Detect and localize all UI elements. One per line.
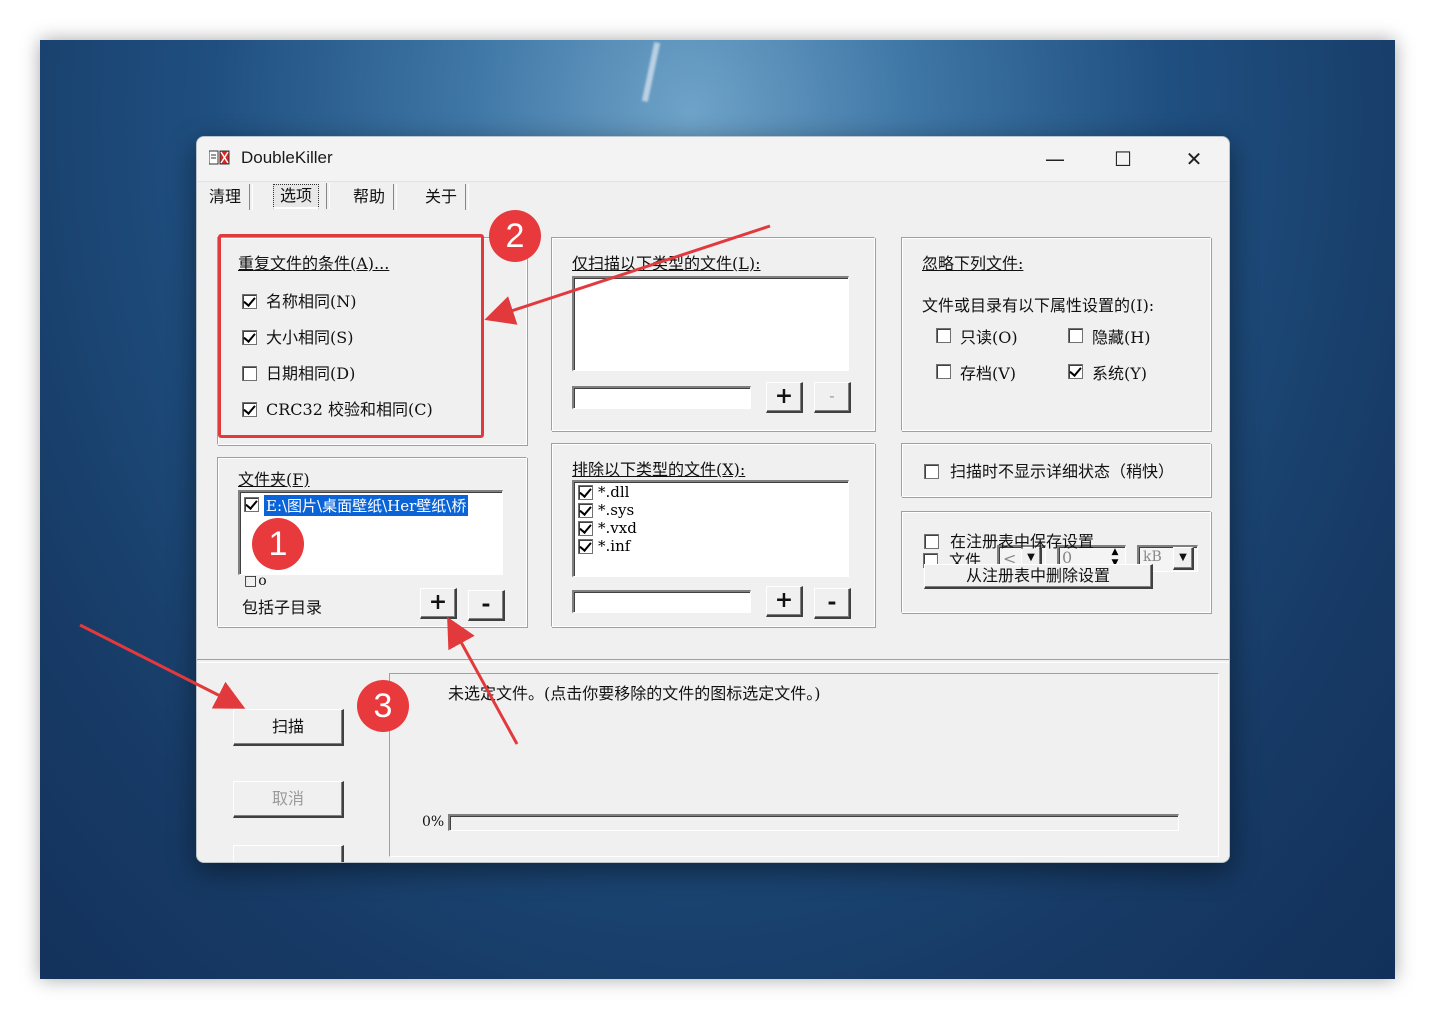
add-exclude-button[interactable]: +	[766, 586, 803, 617]
attr-archive-checkbox[interactable]	[936, 364, 951, 379]
exclude-item-checkbox[interactable]	[578, 521, 593, 536]
window-title: DoubleKiller	[241, 148, 333, 167]
exclude-item-label: *.vxd	[598, 519, 637, 537]
ignore-group: 忽略下列文件: 文件或目录有以下属性设置的(I): 只读(O) 隐藏(H) 存档…	[901, 237, 1211, 431]
progress-label: 0%	[422, 814, 445, 830]
annotation-badge-3: 3	[357, 680, 409, 732]
tab-about[interactable]: 关于	[425, 184, 470, 210]
ignore-attr-label: 文件或目录有以下属性设置的(I):	[922, 296, 1155, 315]
scan-button[interactable]: 扫描	[233, 709, 344, 746]
folder-glyph: □o	[244, 573, 268, 589]
include-subdirs-label: 包括子目录	[242, 598, 323, 617]
remove-scan-type-button[interactable]: -	[814, 382, 851, 413]
folders-title: 文件夹(F)	[238, 470, 310, 489]
exclude-item-label: *.dll	[598, 483, 630, 501]
ignore-title: 忽略下列文件:	[922, 254, 1024, 273]
exclude-item-checkbox[interactable]	[578, 485, 593, 500]
divider	[197, 659, 1229, 663]
maximize-button[interactable]: ☐	[1103, 145, 1143, 173]
status-panel: 未选定文件。(点击你要移除的文件的图标选定文件。) 0%	[389, 673, 1219, 857]
folder-item-path: E:\图片\桌面壁纸\Her壁纸\桥	[264, 495, 469, 516]
attr-readonly-checkbox[interactable]	[936, 328, 951, 343]
exclude-title: 排除以下类型的文件(X):	[572, 460, 746, 479]
registry-delete-button[interactable]: 从注册表中删除设置	[924, 564, 1153, 589]
light-streak	[641, 42, 661, 102]
exclude-item-checkbox[interactable]	[578, 503, 593, 518]
exclude-item-checkbox[interactable]	[578, 539, 593, 554]
attr-system-label: 系统(Y)	[1092, 364, 1148, 383]
registry-group: 在注册表中保存设置 从注册表中删除设置	[901, 511, 1211, 613]
tab-options[interactable]: 选项	[273, 183, 331, 209]
registry-save-label: 在注册表中保存设置	[950, 532, 1095, 551]
tab-bar: 清理 选项 帮助 关于	[197, 181, 1229, 212]
scan-only-input[interactable]	[572, 386, 751, 409]
attr-system-checkbox[interactable]	[1068, 364, 1083, 379]
attr-archive-label: 存档(V)	[960, 364, 1017, 383]
annotation-badge-1: 1	[252, 518, 304, 570]
tab-clean[interactable]: 清理	[209, 184, 254, 210]
exclude-item-label: *.sys	[598, 501, 635, 519]
exclude-group: 排除以下类型的文件(X): *.dll *.sys *.vxd *.inf + …	[551, 443, 875, 627]
cancel-button[interactable]: 取消	[233, 781, 344, 818]
progress-bar	[448, 814, 1179, 831]
registry-save-checkbox[interactable]	[924, 534, 939, 549]
scan-only-title: 仅扫描以下类型的文件(L):	[572, 254, 761, 273]
remove-folder-button[interactable]: -	[468, 590, 505, 621]
no-detail-checkbox[interactable]	[924, 464, 939, 479]
minimize-button[interactable]: —	[1035, 145, 1075, 173]
exclude-item-label: *.inf	[598, 537, 631, 555]
no-detail-group: 扫描时不显示详细状态（稍快）	[901, 443, 1211, 497]
scan-only-list[interactable]	[572, 276, 849, 371]
highlight-box	[218, 234, 484, 438]
scan-button-placeholder	[233, 845, 344, 862]
scan-only-group: 仅扫描以下类型的文件(L): + -	[551, 237, 875, 431]
exclude-list[interactable]: *.dll *.sys *.vxd *.inf	[572, 480, 849, 577]
exclude-input[interactable]	[572, 590, 751, 613]
attr-hidden-checkbox[interactable]	[1068, 328, 1083, 343]
attr-hidden-label: 隐藏(H)	[1092, 328, 1151, 347]
no-detail-label: 扫描时不显示详细状态（稍快）	[950, 462, 1175, 481]
remove-exclude-button[interactable]: -	[814, 588, 851, 619]
close-button[interactable]: ✕	[1174, 145, 1214, 173]
folder-item-checkbox[interactable]	[244, 497, 259, 512]
annotation-badge-2: 2	[489, 210, 541, 262]
tab-help[interactable]: 帮助	[353, 184, 398, 210]
title-bar: DoubleKiller — ☐ ✕	[197, 137, 1229, 181]
add-scan-type-button[interactable]: +	[766, 382, 803, 413]
status-text: 未选定文件。(点击你要移除的文件的图标选定文件。)	[448, 684, 821, 703]
app-icon	[209, 150, 230, 165]
add-folder-button[interactable]: +	[420, 588, 457, 619]
attr-readonly-label: 只读(O)	[960, 328, 1018, 347]
